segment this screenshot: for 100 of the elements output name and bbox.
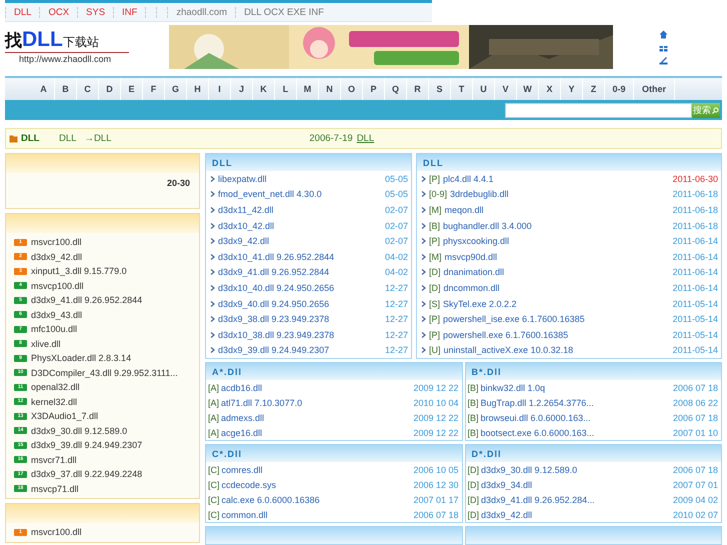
file-link[interactable]: dnanimation.dll: [444, 267, 670, 278]
file-link[interactable]: d3dx9_42.dll: [481, 510, 671, 520]
chevron-icon: [421, 176, 426, 182]
file-link[interactable]: d3dx10_40.dll 9.24.950.2656: [218, 282, 382, 293]
letter-tag: [P]: [429, 174, 440, 184]
file-link[interactable]: bughandler.dll 3.4.000: [443, 220, 670, 231]
file-link[interactable]: d3dx9_42.dll: [31, 252, 82, 262]
file-link[interactable]: D3DCompiler_43.dll 9.29.952.3111...: [31, 368, 178, 378]
file-link[interactable]: fmod_event_net.dll 4.30.0: [218, 189, 382, 200]
file-link[interactable]: common.dll: [222, 510, 412, 520]
file-link[interactable]: msvcr100.dll: [31, 237, 82, 248]
file-link[interactable]: d3dx9_41.dll 9.26.952.2844: [218, 267, 382, 278]
chevron-icon: [421, 238, 426, 244]
file-link[interactable]: physxcooking.dll: [443, 236, 670, 246]
file-link[interactable]: d3dx9_37.dll 9.22.949.2248: [31, 469, 142, 480]
breadcrumb-link[interactable]: DLL: [59, 133, 76, 144]
nav-link[interactable]: OCX: [39, 6, 78, 18]
file-link[interactable]: d3dx9_42.dll: [218, 236, 382, 246]
file-link[interactable]: d3dx10_38.dll 9.23.949.2378: [218, 330, 382, 340]
letter-tag: [C]: [208, 464, 220, 475]
file-link[interactable]: msvcr100.dll: [31, 527, 82, 538]
file-link[interactable]: BugTrap.dll 1.2.2654.3776...: [480, 398, 671, 408]
file-link[interactable]: powershell.exe 6.1.7600.16385: [443, 330, 670, 340]
date-label: 2009 12 22: [413, 412, 458, 423]
dll-link[interactable]: DLL: [356, 133, 388, 144]
edit-icon[interactable]: [659, 56, 668, 64]
file-link[interactable]: d3dx9_30.dll 9.12.589.0: [481, 464, 671, 475]
chevron-icon: [210, 176, 215, 182]
file-link[interactable]: uninstall_activeX.exe 10.0.32.18: [444, 345, 670, 356]
nav-link[interactable]: SYS: [77, 6, 114, 18]
file-link[interactable]: d3dx9_39.dll 9.24.949.2307: [218, 345, 382, 356]
file-link[interactable]: SkyTel.exe 2.0.2.2: [443, 298, 670, 309]
home-icon[interactable]: [659, 30, 668, 38]
letter-tag: [B]: [468, 412, 479, 423]
card-title: B*.Dll: [472, 366, 502, 377]
letter-tag: [S]: [429, 298, 440, 309]
file-link[interactable]: meqon.dll: [444, 204, 670, 215]
file-link[interactable]: d3dx9_40.dll 9.24.950.2656: [218, 298, 382, 309]
file-link[interactable]: browseui.dll 6.0.6000.163...: [480, 412, 671, 423]
file-link[interactable]: d3dx9_41.dll 9.26.952.284...: [481, 494, 671, 505]
nav-link[interactable]: DLL: [5, 6, 40, 18]
file-link[interactable]: openal32.dll: [31, 382, 80, 392]
letter-tag: [D]: [468, 494, 480, 505]
site-logo[interactable]: 找DLL下载站: [5, 30, 99, 52]
chevron-icon: [421, 316, 426, 322]
file-link[interactable]: PhysXLoader.dll 2.8.3.14: [31, 353, 132, 364]
letter-tag: [C]: [208, 494, 220, 505]
file-link[interactable]: msvcp90d.dll: [444, 252, 670, 262]
date-label: 05-05: [384, 174, 408, 184]
file-link[interactable]: msvcp100.dll: [31, 280, 84, 291]
nav-link[interactable]: INF: [113, 6, 146, 18]
file-link[interactable]: ccdecode.sys: [222, 480, 412, 490]
letter-tag: [B]: [468, 398, 479, 408]
file-link[interactable]: d3dx9_39.dll 9.24.949.2307: [31, 440, 142, 450]
date-label: 2011-06-30: [672, 174, 718, 184]
site-url: http://www.zhaodll.com: [5, 52, 129, 64]
file-link[interactable]: xlive.dll: [31, 338, 61, 349]
letter-tag: [A]: [208, 412, 220, 423]
file-link[interactable]: msvcp71.dll: [31, 484, 79, 494]
file-link[interactable]: libexpatw.dll: [218, 174, 382, 184]
date-label: 02-07: [384, 236, 408, 246]
file-link[interactable]: calc.exe 6.0.6000.16386: [222, 494, 412, 505]
file-link[interactable]: plc4.dll 4.4.1: [443, 174, 670, 184]
file-link[interactable]: atl71.dll 7.10.3077.0: [221, 398, 412, 408]
file-link[interactable]: d3dx10_42.dll: [218, 220, 382, 231]
file-link[interactable]: d3dx9_41.dll 9.26.952.2844: [31, 295, 142, 306]
file-link[interactable]: bootsect.exe 6.0.6000.163...: [480, 428, 671, 438]
letter-tag: [U]: [429, 345, 441, 356]
file-link[interactable]: acdb16.dll: [221, 382, 412, 393]
file-link[interactable]: 3drdebuglib.dll: [450, 189, 670, 200]
file-link[interactable]: powershell_ise.exe 6.1.7600.16385: [443, 314, 670, 324]
date-label: 2007 01 10: [672, 428, 718, 438]
file-link[interactable]: binkw32.dll 1.0q: [480, 382, 671, 393]
letter-tag: [A]: [208, 428, 220, 438]
chevron-icon: [421, 332, 426, 338]
file-link[interactable]: X3DAudio1_7.dll: [31, 411, 98, 422]
site-name[interactable]: zhaodll.com: [167, 6, 236, 18]
file-link[interactable]: d3dx9_38.dll 9.23.949.2378: [218, 314, 382, 324]
chevron-icon: [421, 206, 426, 213]
search-field[interactable]: [505, 102, 692, 118]
date-label: 2009 04 02: [672, 494, 718, 505]
file-link[interactable]: d3dx9_30.dll 9.12.589.0: [31, 426, 128, 436]
file-link[interactable]: kernel32.dll: [31, 396, 78, 407]
file-link[interactable]: msvcr71.dll: [31, 454, 77, 465]
folder-icon: [9, 134, 18, 142]
panel-title: DLL: [423, 158, 444, 168]
file-link[interactable]: d3dx9_43.dll: [31, 310, 82, 320]
file-link[interactable]: dncommon.dll: [444, 282, 670, 293]
file-link[interactable]: mfc100u.dll: [31, 324, 78, 334]
file-link[interactable]: d3dx11_42.dll: [218, 204, 382, 215]
file-link[interactable]: admexs.dll: [221, 412, 412, 423]
file-link[interactable]: xinput1_3.dll 9.15.779.0: [31, 266, 127, 276]
file-link[interactable]: comres.dll: [222, 464, 412, 475]
file-link[interactable]: d3dx9_34.dll: [481, 480, 671, 490]
file-link[interactable]: d3dx10_41.dll 9.26.952.2844: [218, 252, 382, 262]
file-link[interactable]: acge16.dll: [221, 428, 412, 438]
letter-tag: [M]: [429, 252, 442, 262]
date-label: 2011-05-14: [672, 345, 718, 356]
breadcrumb-link[interactable]: →DLL: [84, 133, 112, 144]
letter-tag: [D]: [468, 464, 480, 475]
